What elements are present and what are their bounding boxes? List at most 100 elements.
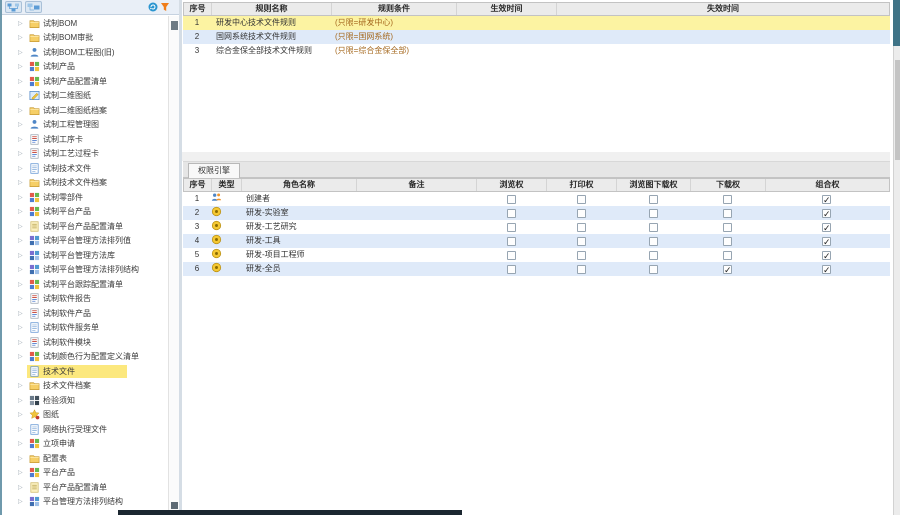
tree-item-body[interactable]: 试制产品配置清单 xyxy=(27,75,109,88)
tree-item[interactable]: ▷ 试制颜色行为配置定义清单 xyxy=(2,350,168,365)
column-header[interactable]: 打印权 xyxy=(547,179,617,191)
expander-icon[interactable]: ▷ xyxy=(18,78,27,85)
tree-item-body[interactable]: 试制BOM xyxy=(27,17,79,30)
expander-icon[interactable]: ▷ xyxy=(18,150,27,157)
tree-item[interactable]: ▷ 图纸 xyxy=(2,408,168,423)
tree-item-body[interactable]: 平台产品配置清单 xyxy=(27,481,109,494)
expander-icon[interactable]: ▷ xyxy=(18,194,27,201)
expand-tree-button[interactable] xyxy=(5,1,22,13)
tree-item[interactable]: ▷ 试制BOM审批 xyxy=(2,31,168,46)
tree-item-body[interactable]: 平台产品 xyxy=(27,466,77,479)
perm-checkbox[interactable] xyxy=(723,263,732,276)
table-row[interactable]: 2 研发-实验室 xyxy=(183,206,890,220)
tree-item-body[interactable]: 试制平台管理方法排列结构 xyxy=(27,263,141,276)
perm-checkbox[interactable] xyxy=(648,250,658,260)
tree-item-body[interactable]: 试制二维图纸 xyxy=(27,89,93,102)
perm-checkbox[interactable] xyxy=(506,208,516,218)
expander-icon[interactable]: ▷ xyxy=(18,440,27,447)
perm-checkbox[interactable] xyxy=(576,264,586,274)
tree-item-body[interactable]: 技术文件 xyxy=(27,364,127,378)
expander-icon[interactable]: ▷ xyxy=(18,295,27,302)
expander-icon[interactable]: ▷ xyxy=(18,49,27,56)
table-row[interactable]: 6 研发-全员 xyxy=(183,262,890,276)
column-header[interactable]: 序号 xyxy=(184,3,212,15)
horizontal-splitter[interactable] xyxy=(182,152,890,161)
tree-item-body[interactable]: 试制零部件 xyxy=(27,191,85,204)
tree-item[interactable]: ▷ 配置表 xyxy=(2,451,168,466)
tree-item[interactable]: ▷ 试制软件产品 xyxy=(2,306,168,321)
expander-icon[interactable]: ▷ xyxy=(18,455,27,462)
tree-item[interactable]: ▷ 试制工序卡 xyxy=(2,132,168,147)
expander-icon[interactable]: ▷ xyxy=(18,426,27,433)
expander-icon[interactable]: ▷ xyxy=(18,382,27,389)
perm-checkbox[interactable] xyxy=(822,263,831,276)
tree-item[interactable]: ▷ 网络执行受理文件 xyxy=(2,422,168,437)
table-row[interactable]: 1 研发中心技术文件规则 (只限=研发中心) xyxy=(183,16,890,30)
tree-item[interactable]: ▷ 平台产品配置清单 xyxy=(2,480,168,495)
expander-icon[interactable]: ▷ xyxy=(18,339,27,346)
perm-checkbox[interactable] xyxy=(723,250,732,260)
tree-item-body[interactable]: 网络执行受理文件 xyxy=(27,423,109,436)
tree-item[interactable]: ▷ 平台管理方法排列结构 xyxy=(2,495,168,510)
tree-item[interactable]: ▷ 试制平台管理方法库 xyxy=(2,248,168,263)
tree-item[interactable]: ▷ 试制平台跟踪配置清单 xyxy=(2,277,168,292)
tree-item-body[interactable]: 试制工程管理图 xyxy=(27,118,101,131)
sidebar-scrollbar-thumb[interactable] xyxy=(171,21,178,30)
perm-checkbox[interactable] xyxy=(576,222,586,232)
column-header[interactable]: 浏览图下载权 xyxy=(617,179,691,191)
tree-item[interactable]: ▷ 试制平台产品 xyxy=(2,205,168,220)
sidebar-scrollbar-down-arrow[interactable] xyxy=(171,502,178,509)
table-row[interactable]: 2 国网系统技术文件规则 (只限=国网系统) xyxy=(183,30,890,44)
tree-item-body[interactable]: 试制软件模块 xyxy=(27,336,93,349)
expander-icon[interactable]: ▷ xyxy=(18,63,27,70)
expander-icon[interactable]: ▷ xyxy=(18,107,27,114)
perm-checkbox[interactable] xyxy=(506,236,516,246)
tree-item-body[interactable]: 试制产品 xyxy=(27,60,77,73)
perm-checkbox[interactable] xyxy=(822,193,831,206)
tree-item[interactable]: ▷ 试制技术文件档案 xyxy=(2,176,168,191)
filter-icon[interactable] xyxy=(160,2,170,12)
tree-item[interactable]: ▷ 试制工艺过程卡 xyxy=(2,147,168,162)
tree-item[interactable]: ▷ 试制二维图纸 xyxy=(2,89,168,104)
tree-item-selected[interactable]: 技术文件 xyxy=(2,364,168,379)
tree-item-body[interactable]: 试制技术文件档案 xyxy=(27,176,109,189)
table-row[interactable]: 1 创建者 xyxy=(183,192,890,206)
perm-checkbox[interactable] xyxy=(648,236,658,246)
expander-icon[interactable]: ▷ xyxy=(18,20,27,27)
perm-checkbox[interactable] xyxy=(723,222,732,232)
tree-item[interactable]: ▷ 试制零部件 xyxy=(2,190,168,205)
expander-icon[interactable]: ▷ xyxy=(18,121,27,128)
perm-checkbox[interactable] xyxy=(576,250,586,260)
table-row[interactable]: 3 综合金保全部技术文件规则 (只限=综合金保全部) xyxy=(183,44,890,58)
column-header[interactable]: 浏览权 xyxy=(477,179,547,191)
tree-item-body[interactable]: 试制平台管理方法排列值 xyxy=(27,234,133,247)
column-header[interactable]: 序号 xyxy=(184,179,212,191)
main-scrollbar-thumb[interactable] xyxy=(895,60,900,160)
expander-icon[interactable]: ▷ xyxy=(18,252,27,259)
tree-item[interactable]: ▷ 立项申请 xyxy=(2,437,168,452)
tree-item[interactable]: ▷ 检验须知 xyxy=(2,393,168,408)
column-header[interactable]: 规则条件 xyxy=(332,3,457,15)
tree-item-body[interactable]: 试制平台产品 xyxy=(27,205,93,218)
tree-item[interactable]: ▷ 试制平台管理方法排列结构 xyxy=(2,263,168,278)
expander-icon[interactable]: ▷ xyxy=(18,469,27,476)
sidebar-scrollbar[interactable] xyxy=(168,16,179,515)
tree-item-body[interactable]: 试制平台产品配置清单 xyxy=(27,220,125,233)
perm-checkbox[interactable] xyxy=(506,194,516,204)
column-header[interactable]: 下载权 xyxy=(691,179,766,191)
tree-item[interactable]: ▷ 试制平台产品配置清单 xyxy=(2,219,168,234)
expander-icon[interactable]: ▷ xyxy=(18,179,27,186)
tree-item-body[interactable]: 立项申请 xyxy=(27,437,77,450)
table-row[interactable]: 5 研发-项目工程师 xyxy=(183,248,890,262)
column-header[interactable]: 失效时间 xyxy=(557,3,889,15)
expander-icon[interactable]: ▷ xyxy=(18,136,27,143)
expander-icon[interactable]: ▷ xyxy=(18,281,27,288)
tree-item[interactable]: ▷ 试制BOM xyxy=(2,16,168,31)
main-scrollbar[interactable] xyxy=(893,46,900,515)
locate-node-button[interactable] xyxy=(25,1,42,13)
perm-checkbox[interactable] xyxy=(648,208,658,218)
expander-icon[interactable]: ▷ xyxy=(18,208,27,215)
expander-icon[interactable]: ▷ xyxy=(18,484,27,491)
perm-checkbox[interactable] xyxy=(723,194,732,204)
tree-item-body[interactable]: 试制软件服务单 xyxy=(27,321,101,334)
